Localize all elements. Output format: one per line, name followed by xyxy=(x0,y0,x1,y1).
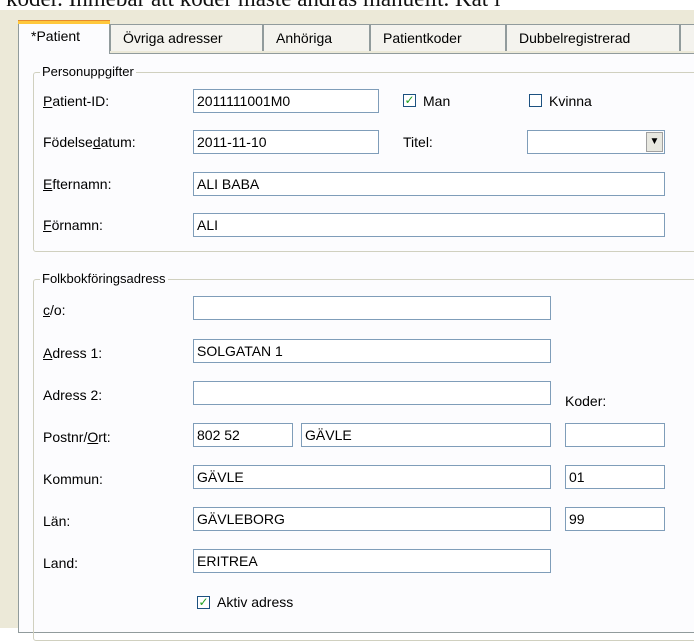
active-address-label: Aktiv adress xyxy=(217,594,294,610)
tab-duplicate-registered[interactable]: Dubbelregistrerad xyxy=(506,24,680,51)
city-field[interactable]: GÄVLE xyxy=(301,423,551,447)
address2-label: Adress 2: xyxy=(43,387,103,403)
checkmark-icon: ✓ xyxy=(404,93,415,107)
active-address-checkbox[interactable]: ✓ xyxy=(197,596,210,609)
registered-address-group: Folkbokföringsadress xyxy=(33,270,694,641)
city-code-field[interactable] xyxy=(565,423,665,447)
tab-strip: *Patient Övriga adresser Anhöriga Patien… xyxy=(18,20,694,54)
man-label: Man xyxy=(423,93,451,109)
tab-relatives[interactable]: Anhöriga xyxy=(263,24,370,51)
firstname-field[interactable]: ALI xyxy=(193,213,665,237)
registered-address-legend: Folkbokföringsadress xyxy=(40,270,168,288)
county-code-field[interactable]: 99 xyxy=(565,507,665,531)
address1-field[interactable]: SOLGATAN 1 xyxy=(193,339,551,363)
title-label: Titel: xyxy=(403,134,433,150)
codes-label: Koder: xyxy=(565,393,607,409)
patient-dialog: *Patient Övriga adresser Anhöriga Patien… xyxy=(10,10,694,641)
lastname-field[interactable]: ALI BABA xyxy=(193,172,665,196)
checkmark-icon: ✓ xyxy=(198,595,209,609)
patient-id-field[interactable]: 2011111001M0 xyxy=(193,89,379,113)
county-label: Län: xyxy=(43,513,71,529)
country-label: Land: xyxy=(43,555,79,571)
birthdate-label: Födelsedatum: xyxy=(43,134,136,150)
municipality-label: Kommun: xyxy=(43,471,103,487)
title-select[interactable]: ▼ xyxy=(527,130,665,154)
man-checkbox[interactable]: ✓ xyxy=(403,94,416,107)
co-label: c/o: xyxy=(43,302,66,318)
municipality-field[interactable]: GÄVLE xyxy=(193,465,551,489)
kvinna-checkbox[interactable] xyxy=(529,94,542,107)
county-field[interactable]: GÄVLEBORG xyxy=(193,507,551,531)
lastname-label: Efternamn: xyxy=(43,176,112,192)
chevron-down-icon[interactable]: ▼ xyxy=(646,132,663,152)
postal-code-field[interactable]: 802 52 xyxy=(193,423,293,447)
postal-label: Postnr/Ort: xyxy=(43,429,111,445)
kvinna-label: Kvinna xyxy=(549,93,592,109)
firstname-label: Förnamn: xyxy=(43,217,103,233)
address1-label: Adress 1: xyxy=(43,345,103,361)
tab-other-addresses[interactable]: Övriga adresser xyxy=(110,24,263,51)
patient-id-label: Patient-ID: xyxy=(43,93,110,109)
country-field[interactable]: ERITREA xyxy=(193,549,551,573)
personal-info-legend: Personuppgifter xyxy=(40,63,136,81)
patient-tab-panel: Personuppgifter Patient-ID: 2011111001M0… xyxy=(18,53,694,641)
co-field[interactable] xyxy=(193,296,551,320)
tab-overflow[interactable] xyxy=(680,24,694,51)
municipality-code-field[interactable]: 01 xyxy=(565,465,665,489)
address2-field[interactable] xyxy=(193,381,551,405)
birthdate-field[interactable]: 2011-11-10 xyxy=(193,130,379,154)
tab-patient[interactable]: *Patient xyxy=(18,20,110,54)
tab-patient-codes[interactable]: Patientkoder xyxy=(370,24,506,51)
